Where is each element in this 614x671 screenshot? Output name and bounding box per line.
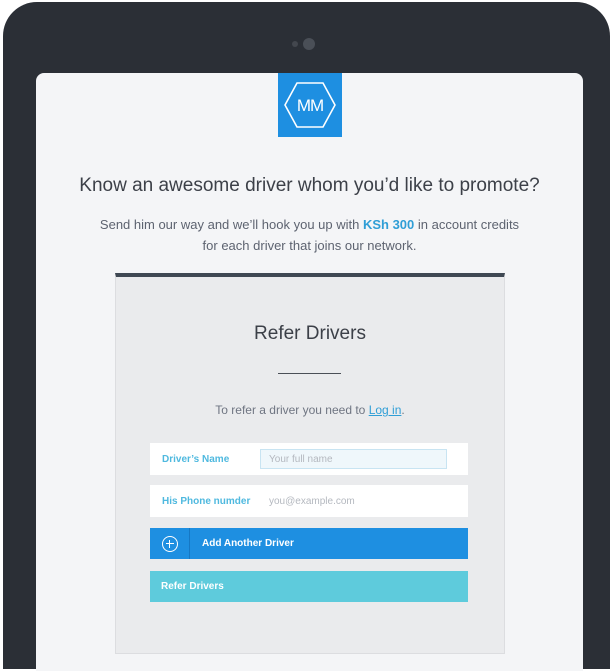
card-title: Refer Drivers <box>254 323 366 344</box>
phone-number-label: His Phone numder <box>162 495 251 507</box>
promo-text-after: in account credits <box>414 217 520 232</box>
tablet-frame: MM Know an awesome driver whom you’d lik… <box>3 2 610 671</box>
add-icon-box <box>150 528 190 559</box>
promo-text-before: Send him our way and we’ll hook you up w… <box>99 217 363 232</box>
refer-drivers-button[interactable]: Refer Drivers <box>150 571 468 602</box>
brand-logo[interactable]: MM <box>278 73 342 137</box>
refer-drivers-card: Refer Drivers To refer a driver you need… <box>115 273 505 654</box>
login-notice: To refer a driver you need to Log in. <box>116 403 504 417</box>
login-suffix: . <box>401 403 405 417</box>
add-circle-icon <box>161 535 178 552</box>
camera-icon <box>303 38 315 50</box>
add-another-driver-label: Add Another Driver <box>202 538 294 549</box>
driver-name-row: Driver’s Name <box>150 443 468 475</box>
add-another-driver-button[interactable]: Add Another Driver <box>150 528 468 559</box>
login-prefix: To refer a driver you need to <box>215 403 369 417</box>
promo-line-2: for each driver that joins our network. <box>202 238 417 253</box>
hexagon-logo-icon: MM <box>284 82 336 128</box>
driver-name-label: Driver’s Name <box>162 453 230 465</box>
logo-text: MM <box>297 96 323 115</box>
phone-number-input[interactable] <box>260 491 447 511</box>
sensor-icon <box>292 41 298 47</box>
screen: MM Know an awesome driver whom you’d lik… <box>36 73 583 671</box>
promo-description: Send him our way and we’ll hook you up w… <box>36 214 583 256</box>
promo-line-1: Send him our way and we’ll hook you up w… <box>36 214 583 235</box>
login-link[interactable]: Log in <box>369 403 402 417</box>
driver-name-input[interactable] <box>260 449 447 469</box>
credit-amount: KSh 300 <box>362 217 415 232</box>
phone-number-row: His Phone numder <box>150 485 468 517</box>
title-divider <box>278 373 341 374</box>
page-headline: Know an awesome driver whom you’d like t… <box>79 175 540 196</box>
